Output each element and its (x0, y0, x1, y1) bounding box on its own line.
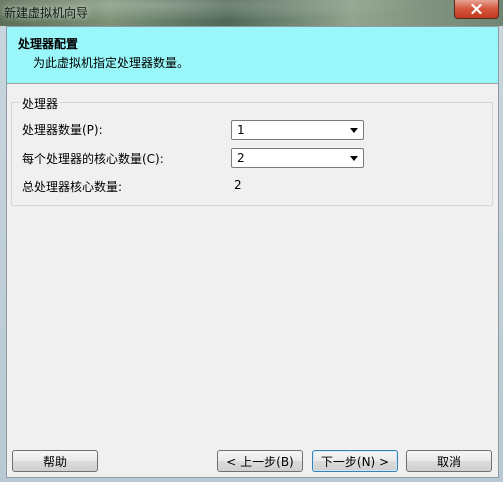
total-cores-label: 总处理器核心数量: (22, 180, 123, 194)
cores-per-processor-select[interactable]: 2 (231, 148, 364, 168)
chevron-down-icon (350, 128, 358, 133)
wizard-window: 新建虚拟机向导 处理器配置 为此虚拟机指定处理器数量。 处理器 处理器数量(P)… (0, 0, 503, 482)
cores-per-processor-value: 2 (237, 151, 245, 165)
wizard-header: 处理器配置 为此虚拟机指定处理器数量。 (7, 27, 498, 84)
window-title: 新建虚拟机向导 (4, 6, 89, 20)
wizard-content: 处理器配置 为此虚拟机指定处理器数量。 处理器 处理器数量(P): 1 每个处理… (6, 26, 499, 478)
processors-group: 处理器 处理器数量(P): 1 每个处理器的核心数量(C): 2 总处理器核心数… (11, 95, 493, 206)
cores-per-processor-label: 每个处理器的核心数量(C): (22, 152, 164, 166)
back-button[interactable]: < 上一步(B) (217, 450, 303, 472)
next-button[interactable]: 下一步(N) > (312, 450, 398, 472)
page-title: 处理器配置 (18, 37, 79, 51)
help-button[interactable]: 帮助 (12, 450, 98, 472)
title-bar[interactable]: 新建虚拟机向导 (0, 0, 503, 26)
cancel-button[interactable]: 取消 (406, 450, 492, 472)
page-subtitle: 为此虚拟机指定处理器数量。 (33, 56, 190, 70)
total-cores-value: 2 (234, 178, 242, 192)
chevron-down-icon (350, 156, 358, 161)
group-legend: 处理器 (20, 95, 61, 112)
close-button[interactable] (454, 0, 499, 19)
processor-count-value: 1 (237, 123, 245, 137)
close-icon (471, 4, 482, 14)
processor-count-label: 处理器数量(P): (22, 123, 103, 137)
processor-count-select[interactable]: 1 (231, 120, 364, 140)
